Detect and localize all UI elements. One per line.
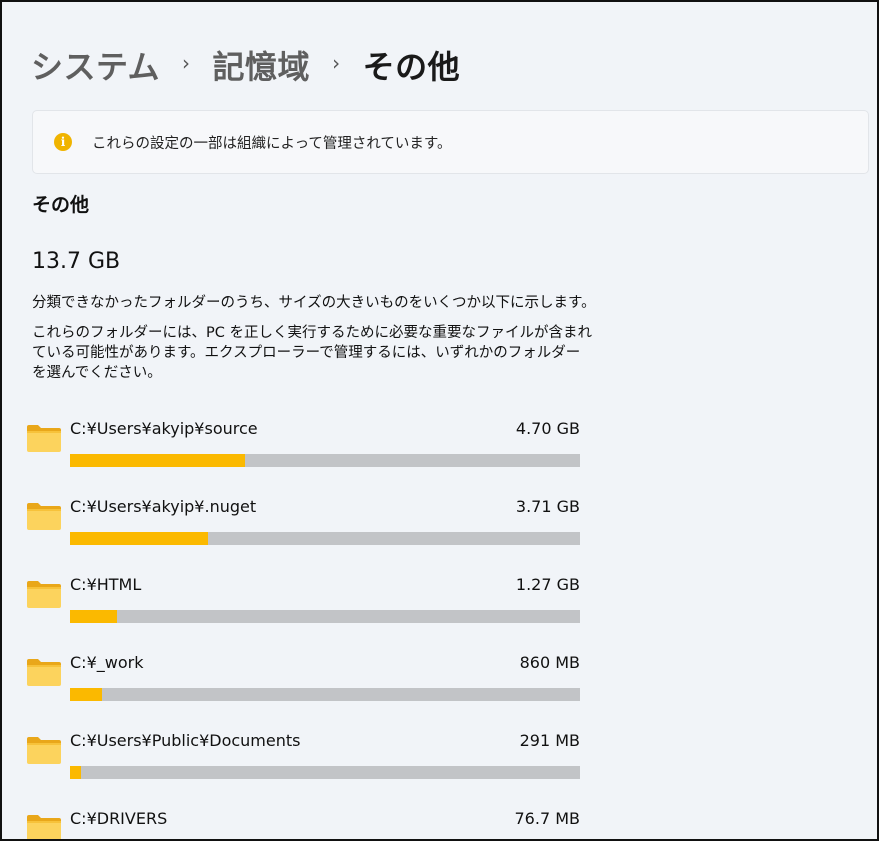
breadcrumb-system[interactable]: システム [31,42,160,88]
usage-bar [70,610,580,623]
usage-bar-fill [70,766,81,779]
description-detail: これらのフォルダーには、PC を正しく実行するために必要な重要なファイルが含まれ… [32,325,592,381]
folder-path: C:¥DRIVERS [70,809,168,828]
folder-row[interactable]: C:¥Users¥akyip¥.nuget 3.71 GB [26,497,582,561]
folder-path: C:¥Users¥akyip¥.nuget [70,497,257,516]
usage-bar-fill [70,532,209,545]
settings-window: システム › 記憶域 › その他 i これらの設定の一部は組織によって管理されて… [0,0,879,841]
usage-bar-fill [70,610,118,623]
folder-size: 860 MB [519,653,580,672]
breadcrumb-separator-icon: › [182,51,191,75]
folder-icon [26,735,62,765]
folder-icon [26,813,62,839]
folder-path: C:¥Users¥Public¥Documents [70,731,301,750]
total-size: 13.7 GB [32,249,121,274]
folder-icon [26,501,62,531]
folder-icon [26,579,62,609]
breadcrumb: システム › 記憶域 › その他 [31,42,460,88]
usage-bar [70,688,580,701]
notice-text: これらの設定の一部は組織によって管理されています。 [92,135,452,152]
usage-bar-fill [70,688,102,701]
usage-bar [70,454,580,467]
folder-size: 76.7 MB [514,809,581,828]
breadcrumb-storage[interactable]: 記憶域 [213,42,311,88]
managed-by-org-notice: i これらの設定の一部は組織によって管理されています。 [32,110,869,174]
info-icon: i [54,133,72,151]
folder-path: C:¥HTML [70,575,142,594]
folder-size: 3.71 GB [515,497,580,516]
folder-icon [26,423,62,453]
folder-row[interactable]: C:¥_work 860 MB [26,653,582,717]
folder-row[interactable]: C:¥DRIVERS 76.7 MB [26,809,582,839]
folder-size: 291 MB [519,731,580,750]
folder-icon [26,657,62,687]
usage-bar-fill [70,454,246,467]
folder-path: C:¥Users¥akyip¥source [70,419,258,438]
section-title: その他 [32,194,90,216]
folder-path: C:¥_work [70,653,144,672]
breadcrumb-separator-icon: › [332,51,341,75]
description-summary: 分類できなかったフォルダーのうち、サイズの大きいものをいくつか以下に示します。 [32,295,596,311]
folder-row[interactable]: C:¥Users¥akyip¥source 4.70 GB [26,419,582,483]
usage-bar [70,532,580,545]
folder-size: 1.27 GB [515,575,580,594]
folder-row[interactable]: C:¥Users¥Public¥Documents 291 MB [26,731,582,795]
folder-size: 4.70 GB [515,419,580,438]
usage-bar [70,766,580,779]
page-title: その他 [362,48,461,86]
folder-row[interactable]: C:¥HTML 1.27 GB [26,575,582,639]
